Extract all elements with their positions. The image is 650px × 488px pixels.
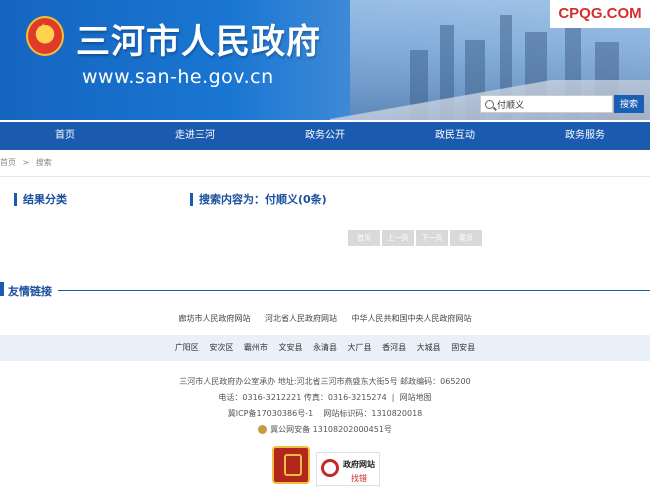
search-input[interactable]	[497, 99, 607, 109]
footer-contact: 电话：0316-3212221 传真：0316-3215274 | 网站地图	[218, 393, 432, 402]
result-category-title: 结果分类	[14, 193, 67, 206]
county-link[interactable]: 大厂县	[348, 343, 372, 352]
party-gov-badge-icon[interactable]	[272, 446, 310, 484]
national-emblem-icon	[26, 16, 64, 56]
breadcrumb: 首页 > 搜索	[0, 157, 56, 168]
county-links: 广阳区 安次区 霸州市 文安县 永清县 大厂县 香河县 大城县 固安县	[0, 335, 650, 361]
gov-site-error-badge[interactable]: 政府网站 找错	[316, 452, 380, 486]
icp-link[interactable]: 冀ICP备17030386号-1	[228, 409, 313, 418]
footer-registration: 冀ICP备17030386号-1 网站标识码：1310820018	[0, 406, 650, 422]
search-icon	[485, 99, 494, 109]
friend-link[interactable]: 河北省人民政府网站	[265, 314, 337, 323]
section-marker	[0, 282, 4, 296]
site-code: 网站标识码：1310820018	[323, 409, 423, 418]
county-link[interactable]: 大城县	[417, 343, 441, 352]
breadcrumb-home[interactable]: 首页	[0, 158, 16, 167]
magnifier-icon	[321, 459, 339, 477]
county-link[interactable]: 霸州市	[244, 343, 268, 352]
badge2-subtitle: 找错	[351, 474, 367, 483]
page-first-button[interactable]: 首页	[348, 230, 380, 246]
page-prev-button[interactable]: 上一页	[382, 230, 414, 246]
nav-home[interactable]: 首页	[0, 122, 130, 150]
friend-links-title: 友情链接	[8, 285, 52, 298]
search-result-label: 搜索内容为：付顺义(0条)	[190, 193, 327, 206]
footer-police: 冀公网安备 13108202000451号	[0, 422, 650, 438]
divider	[0, 176, 650, 177]
nav-gov-affairs-public[interactable]: 政务公开	[260, 122, 390, 150]
nav-gov-services[interactable]: 政务服务	[520, 122, 650, 150]
friend-link[interactable]: 廊坊市人民政府网站	[178, 314, 250, 323]
county-link[interactable]: 广阳区	[175, 343, 199, 352]
page-last-button[interactable]: 尾页	[450, 230, 482, 246]
nav-about-sanhe[interactable]: 走进三河	[130, 122, 260, 150]
site-title[interactable]: 三河市人民政府	[76, 14, 321, 63]
watermark-logo: CPQG.COM	[550, 0, 650, 28]
search-button[interactable]: 搜索	[614, 95, 644, 113]
breadcrumb-sep: >	[22, 158, 30, 167]
police-record-link[interactable]: 冀公网安备 13108202000451号	[270, 425, 392, 434]
search-box[interactable]	[480, 95, 613, 113]
county-link[interactable]: 安次区	[209, 343, 233, 352]
friend-link[interactable]: 中华人民共和国中央人民政府网站	[352, 314, 472, 323]
badge2-title: 政府网站	[343, 460, 375, 469]
main-nav: 首页 走进三河 政务公开 政民互动 政务服务	[0, 122, 650, 150]
site-url: www.san-he.gov.cn	[82, 66, 274, 88]
breadcrumb-current: 搜索	[35, 158, 52, 167]
sitemap-link[interactable]: 网站地图	[400, 393, 432, 402]
friend-links-rule	[58, 290, 650, 291]
police-badge-icon	[258, 425, 268, 434]
page-next-button[interactable]: 下一页	[416, 230, 448, 246]
footer-phone: 电话：0316-3212221 传真：0316-3215274	[218, 393, 387, 402]
footer: 三河市人民政府办公室承办 地址:河北省三河市燕盛东大街5号 邮政编码：06520…	[0, 374, 650, 438]
county-link[interactable]: 香河县	[382, 343, 406, 352]
county-link[interactable]: 永清县	[313, 343, 337, 352]
nav-interaction[interactable]: 政民互动	[390, 122, 520, 150]
pagination: 首页 上一页 下一页 尾页	[348, 230, 482, 246]
friend-links-list: 廊坊市人民政府网站 河北省人民政府网站 中华人民共和国中央人民政府网站	[0, 313, 650, 324]
footer-organizer: 三河市人民政府办公室承办 地址:河北省三河市燕盛东大街5号 邮政编码：06520…	[179, 377, 471, 386]
county-link[interactable]: 文安县	[278, 343, 302, 352]
county-link[interactable]: 固安县	[451, 343, 475, 352]
